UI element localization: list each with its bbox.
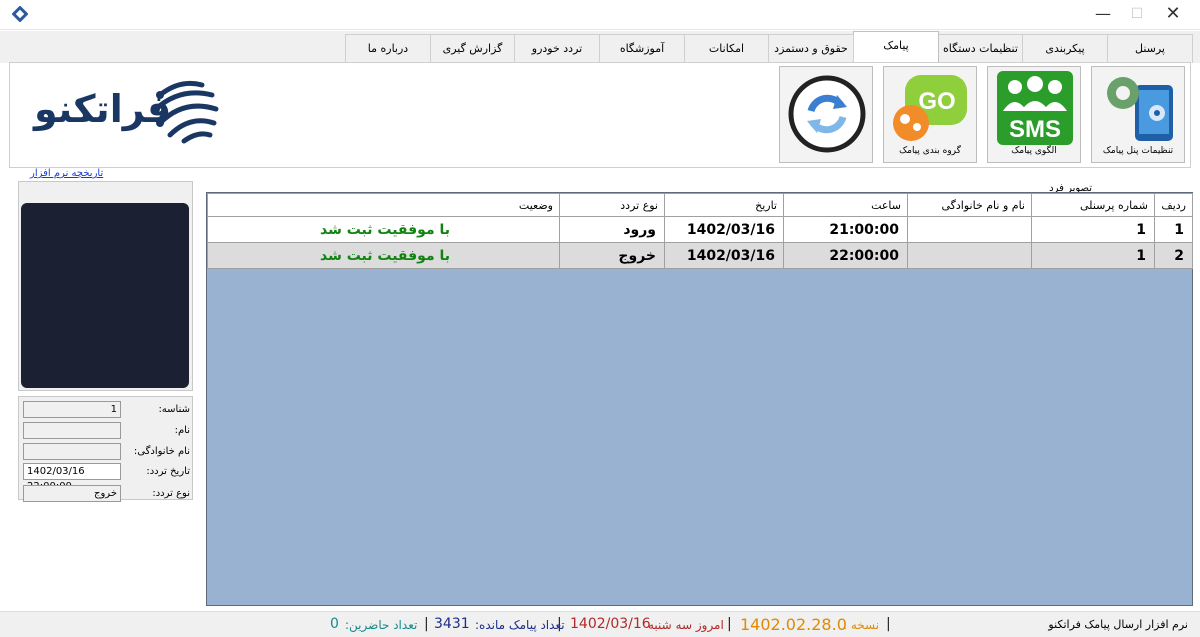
header-traffic-type[interactable]: نوع تردد (559, 193, 665, 217)
present-count: 0 (330, 616, 339, 632)
cell-full-name (907, 242, 1032, 269)
logo-mark-icon (152, 80, 219, 144)
cell-date: 1402/03/16 (664, 216, 784, 243)
cell-full-name (907, 216, 1032, 243)
app-name-status: نرم افزار ارسال پیامک فراتکنو (1048, 618, 1188, 631)
cell-time: 22:00:00 (783, 242, 908, 269)
phone-settings-icon (1107, 77, 1173, 141)
person-datetime-field: 1402/03/16 22:00:00 (23, 463, 121, 492)
table-row[interactable]: 2 1 22:00:00 1402/03/16 خروج با موفقیت ث… (207, 242, 1193, 269)
refresh-button[interactable] (779, 66, 873, 163)
header-date[interactable]: تاریخ (664, 193, 784, 217)
person-id-field: 1 (23, 401, 121, 418)
status-separator: | (886, 616, 891, 632)
tab-reports[interactable]: گزارش گیری (430, 34, 515, 63)
header-personnel-number[interactable]: شماره پرسنلی (1031, 193, 1155, 217)
tab-configuration[interactable]: پیکربندی (1022, 34, 1108, 63)
sms-icon: SMS (997, 71, 1073, 145)
cell-row-number: 2 (1154, 242, 1193, 269)
header-full-name[interactable]: نام و نام خانوادگی (907, 193, 1032, 217)
version-label: نسخه : (843, 618, 880, 632)
person-first-name-label: نام: (174, 425, 190, 436)
person-type-label: نوع تردد: (152, 488, 190, 499)
tab-strip: پرسنل پیکربندی تنظیمات دستگاه پیامک حقوق… (0, 31, 1200, 64)
sms-panel-settings-label: تنظیمات پنل پیامک (1102, 146, 1174, 156)
tab-sms[interactable]: پیامک (853, 31, 939, 64)
table-row[interactable]: 1 1 21:00:00 1402/03/16 ورود با موفقیت ث… (207, 216, 1193, 243)
cell-time: 21:00:00 (783, 216, 908, 243)
version-value: 1402.02.28.0 (740, 615, 847, 634)
status-separator: | (424, 616, 429, 632)
app-icon (11, 5, 29, 23)
header-row-number[interactable]: ردیف (1154, 193, 1193, 217)
cell-personnel-number: 1 (1031, 242, 1155, 269)
tab-vehicle-traffic[interactable]: تردد خودرو (514, 34, 600, 63)
person-photo (21, 203, 189, 388)
header-status[interactable]: وضعیت (207, 193, 560, 217)
table-header-row: ردیف شماره پرسنلی نام و نام خانوادگی ساع… (207, 193, 1193, 217)
close-icon[interactable]: ✕ (1150, 0, 1196, 30)
present-count-label: تعداد حاضرین: (345, 618, 418, 632)
company-logo: فراتکنو (26, 75, 226, 145)
cell-status: با موفقیت ثبت شد (207, 242, 560, 269)
cell-personnel-number: 1 (1031, 216, 1155, 243)
cell-row-number: 1 (1154, 216, 1193, 243)
sms-icon-text: SMS (1009, 116, 1061, 143)
sms-template-button[interactable]: SMS الگوی پیامک (987, 66, 1081, 163)
sms-template-label: الگوی پیامک (1011, 146, 1057, 156)
refresh-icon (788, 75, 866, 153)
title-bar: — ☐ ✕ (0, 0, 1200, 30)
sms-panel-settings-button[interactable]: تنظیمات پنل پیامک (1091, 66, 1185, 163)
sms-grouping-button[interactable]: GO گروه بندی پیامک (883, 66, 977, 163)
cell-traffic-type: ورود (559, 216, 665, 243)
tab-payroll[interactable]: حقوق و دستمزد (768, 34, 854, 63)
tab-facilities[interactable]: امکانات (684, 34, 769, 63)
person-last-name-field (23, 443, 121, 460)
tab-personnel[interactable]: پرسنل (1107, 34, 1193, 63)
today-date: 1402/03/16 (570, 616, 651, 632)
tab-school[interactable]: آموزشگاه (599, 34, 685, 63)
person-first-name-field (23, 422, 121, 439)
records-grid[interactable]: ردیف شماره پرسنلی نام و نام خانوادگی ساع… (206, 192, 1193, 606)
today-label: امروز سه شنبه (648, 618, 724, 632)
chat-group-icon: GO (893, 75, 967, 141)
records-table: ردیف شماره پرسنلی نام و نام خانوادگی ساع… (207, 193, 1193, 269)
tab-device-settings[interactable]: تنظیمات دستگاه (938, 34, 1023, 63)
person-datetime-label: تاریخ تردد: (146, 466, 190, 477)
ribbon-panel: تنظیمات پنل پیامک SMS الگوی پیامک GO گرو… (9, 62, 1191, 168)
remaining-sms-label: تعداد پیامک مانده: (475, 618, 565, 632)
person-last-name-label: نام خانوادگی: (133, 446, 190, 457)
person-id-label: شناسه: (158, 404, 190, 415)
person-type-field: خروج (23, 485, 121, 502)
remaining-sms-count: 3431 (434, 616, 470, 632)
status-bar: نرم افزار ارسال پیامک فراتکنو | نسخه : 1… (0, 611, 1200, 637)
header-time[interactable]: ساعت (783, 193, 908, 217)
tab-about[interactable]: درباره ما (345, 34, 431, 63)
status-separator: | (727, 616, 732, 632)
sms-grouping-label: گروه بندی پیامک (899, 146, 961, 156)
cell-traffic-type: خروج (559, 242, 665, 269)
cell-status: با موفقیت ثبت شد (207, 216, 560, 243)
cell-date: 1402/03/16 (664, 242, 784, 269)
software-history-link[interactable]: تاریخچه نرم افزار (30, 168, 103, 179)
